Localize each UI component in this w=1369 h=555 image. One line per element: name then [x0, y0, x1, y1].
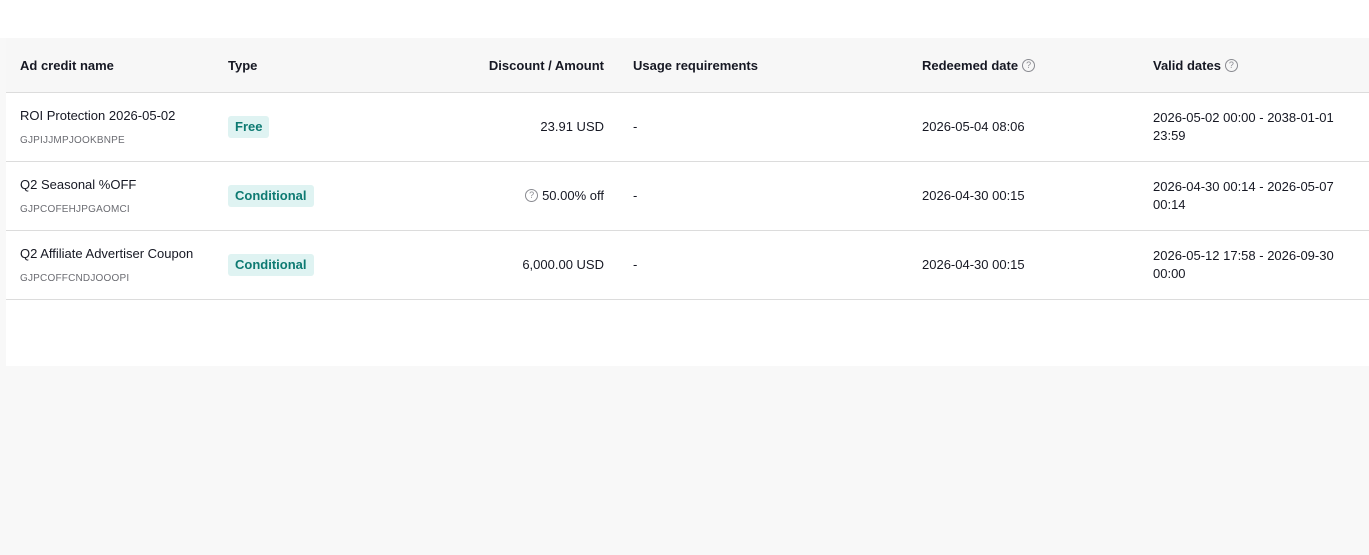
redeemed-date: 2026-05-04 08:06: [922, 119, 1025, 134]
credit-amount: ? 50.00% off: [525, 188, 604, 203]
question-circle-icon[interactable]: ?: [1022, 59, 1036, 73]
usage-requirements: -: [633, 257, 638, 272]
top-band: [0, 0, 1369, 38]
credit-name: ROI Protection 2026-05-02: [20, 108, 176, 123]
column-header-redeemed[interactable]: Redeemed date?: [922, 38, 1036, 93]
ad-credits-panel: Ad credit name Type Discount / Amount Us…: [6, 38, 1369, 366]
credit-amount: 23.91 USD: [540, 119, 604, 134]
credit-name: Q2 Seasonal %OFF: [20, 177, 137, 192]
credit-amount: 6,000.00 USD: [522, 257, 604, 272]
valid-dates: 2026-05-12 17:58 - 2026-09-30 00:00: [1153, 248, 1334, 281]
valid-dates: 2026-05-02 00:00 - 2038-01-01 23:59: [1153, 110, 1334, 143]
column-header-amount[interactable]: Discount / Amount: [489, 38, 604, 93]
column-header-type[interactable]: Type: [228, 38, 257, 93]
valid-dates: 2026-04-30 00:14 - 2026-05-07 00:14: [1153, 179, 1334, 212]
usage-requirements: -: [633, 119, 638, 134]
usage-requirements: -: [633, 188, 638, 203]
credit-code: GJPCOFEHJPGAOMCI: [20, 204, 130, 215]
table-row: ROI Protection 2026-05-02 GJPIJJMPJOOKBN…: [6, 93, 1369, 162]
table-row: Q2 Affiliate Advertiser Coupon GJPCOFFCN…: [6, 231, 1369, 300]
table-header: Ad credit name Type Discount / Amount Us…: [6, 38, 1369, 93]
redeemed-date: 2026-04-30 00:15: [922, 257, 1025, 272]
credit-name: Q2 Affiliate Advertiser Coupon: [20, 246, 194, 261]
column-header-name[interactable]: Ad credit name: [20, 38, 114, 93]
credit-code: GJPIJJMPJOOKBNPE: [20, 135, 125, 146]
question-circle-icon[interactable]: ?: [525, 189, 539, 203]
question-circle-icon[interactable]: ?: [1224, 59, 1238, 73]
credit-code: GJPCOFFCNDJOOOPI: [20, 273, 130, 284]
column-header-usage[interactable]: Usage requirements: [633, 38, 758, 93]
type-badge: Conditional: [228, 254, 314, 276]
type-badge: Conditional: [228, 185, 314, 207]
redeemed-date: 2026-04-30 00:15: [922, 188, 1025, 203]
table-row: Q2 Seasonal %OFF GJPCOFEHJPGAOMCI Condit…: [6, 162, 1369, 231]
column-header-valid[interactable]: Valid dates?: [1153, 38, 1238, 93]
type-badge: Free: [228, 116, 270, 138]
